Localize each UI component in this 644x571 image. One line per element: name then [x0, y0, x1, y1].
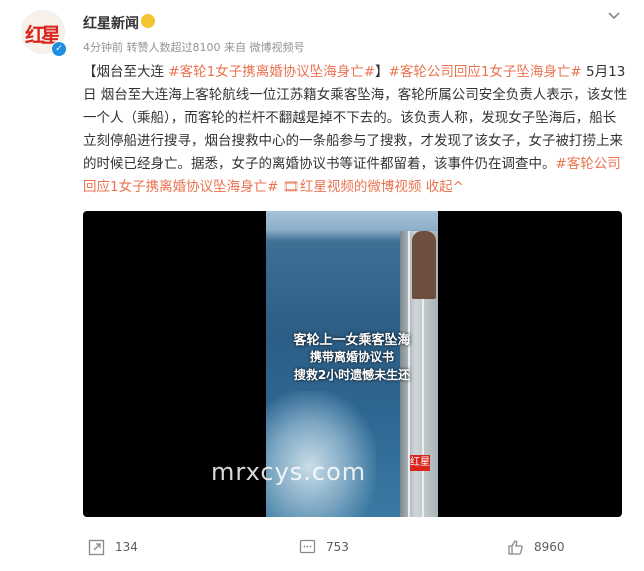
passenger-figure — [412, 231, 436, 299]
emoji-badge-icon — [141, 14, 155, 28]
comment-button[interactable]: 753 — [299, 537, 349, 557]
like-count: 8960 — [534, 540, 565, 554]
video-caption-3: 搜救2小时遗憾未生还 — [293, 368, 411, 382]
video-source-link[interactable]: 🎞红星视频的微博视频 — [278, 179, 422, 195]
hashtag-link[interactable]: #客轮公司回应1女子坠海身亡# — [389, 64, 582, 80]
share-count: 134 — [115, 540, 138, 554]
weibo-post-card: 红星 ✓ 红星新闻 4分钟前 转赞人数超过8100 来自 微博视频号 【烟台至大… — [0, 0, 644, 571]
account-name[interactable]: 红星新闻 — [83, 13, 139, 33]
verified-badge-icon: ✓ — [51, 41, 67, 57]
collapse-link[interactable]: 收起^ — [421, 179, 464, 195]
post-text: 【烟台至大连 #客轮1女子携离婚协议坠海身亡#】#客轮公司回应1女子坠海身亡# … — [83, 61, 628, 199]
comment-count: 753 — [326, 540, 349, 554]
post-seg1: 【烟台至大连 — [83, 64, 169, 80]
post-meta: 4分钟前 转赞人数超过8100 来自 微博视频号 — [83, 41, 305, 54]
share-icon — [88, 539, 105, 555]
comment-icon — [299, 539, 316, 553]
chevron-down-icon[interactable] — [607, 9, 621, 23]
action-bar: 134 753 8960 — [0, 528, 644, 566]
video-caption-2: 携带离婚协议书 — [309, 350, 394, 364]
share-button[interactable]: 134 — [88, 537, 138, 557]
like-button[interactable]: 8960 — [507, 537, 565, 557]
video-player[interactable]: 客轮上一女乘客坠海 携带离婚协议书 搜救2小时遗憾未生还 红星 mrxcys.c… — [83, 211, 622, 517]
thumbs-up-icon — [508, 539, 523, 555]
hashtag-link[interactable]: #客轮1女子携离婚协议坠海身亡# — [168, 64, 375, 80]
post-body: 5月13日 烟台至大连海上客轮航线一位江苏籍女乘客坠海，客轮所属公司安全负责人表… — [83, 64, 628, 172]
post-seg2: 】 — [375, 64, 389, 80]
sea-wake — [266, 391, 376, 517]
watermark: mrxcys.com — [211, 458, 367, 486]
video-caption-1: 客轮上一女乘客坠海 — [293, 333, 411, 348]
video-logo: 红星 — [410, 455, 430, 471]
